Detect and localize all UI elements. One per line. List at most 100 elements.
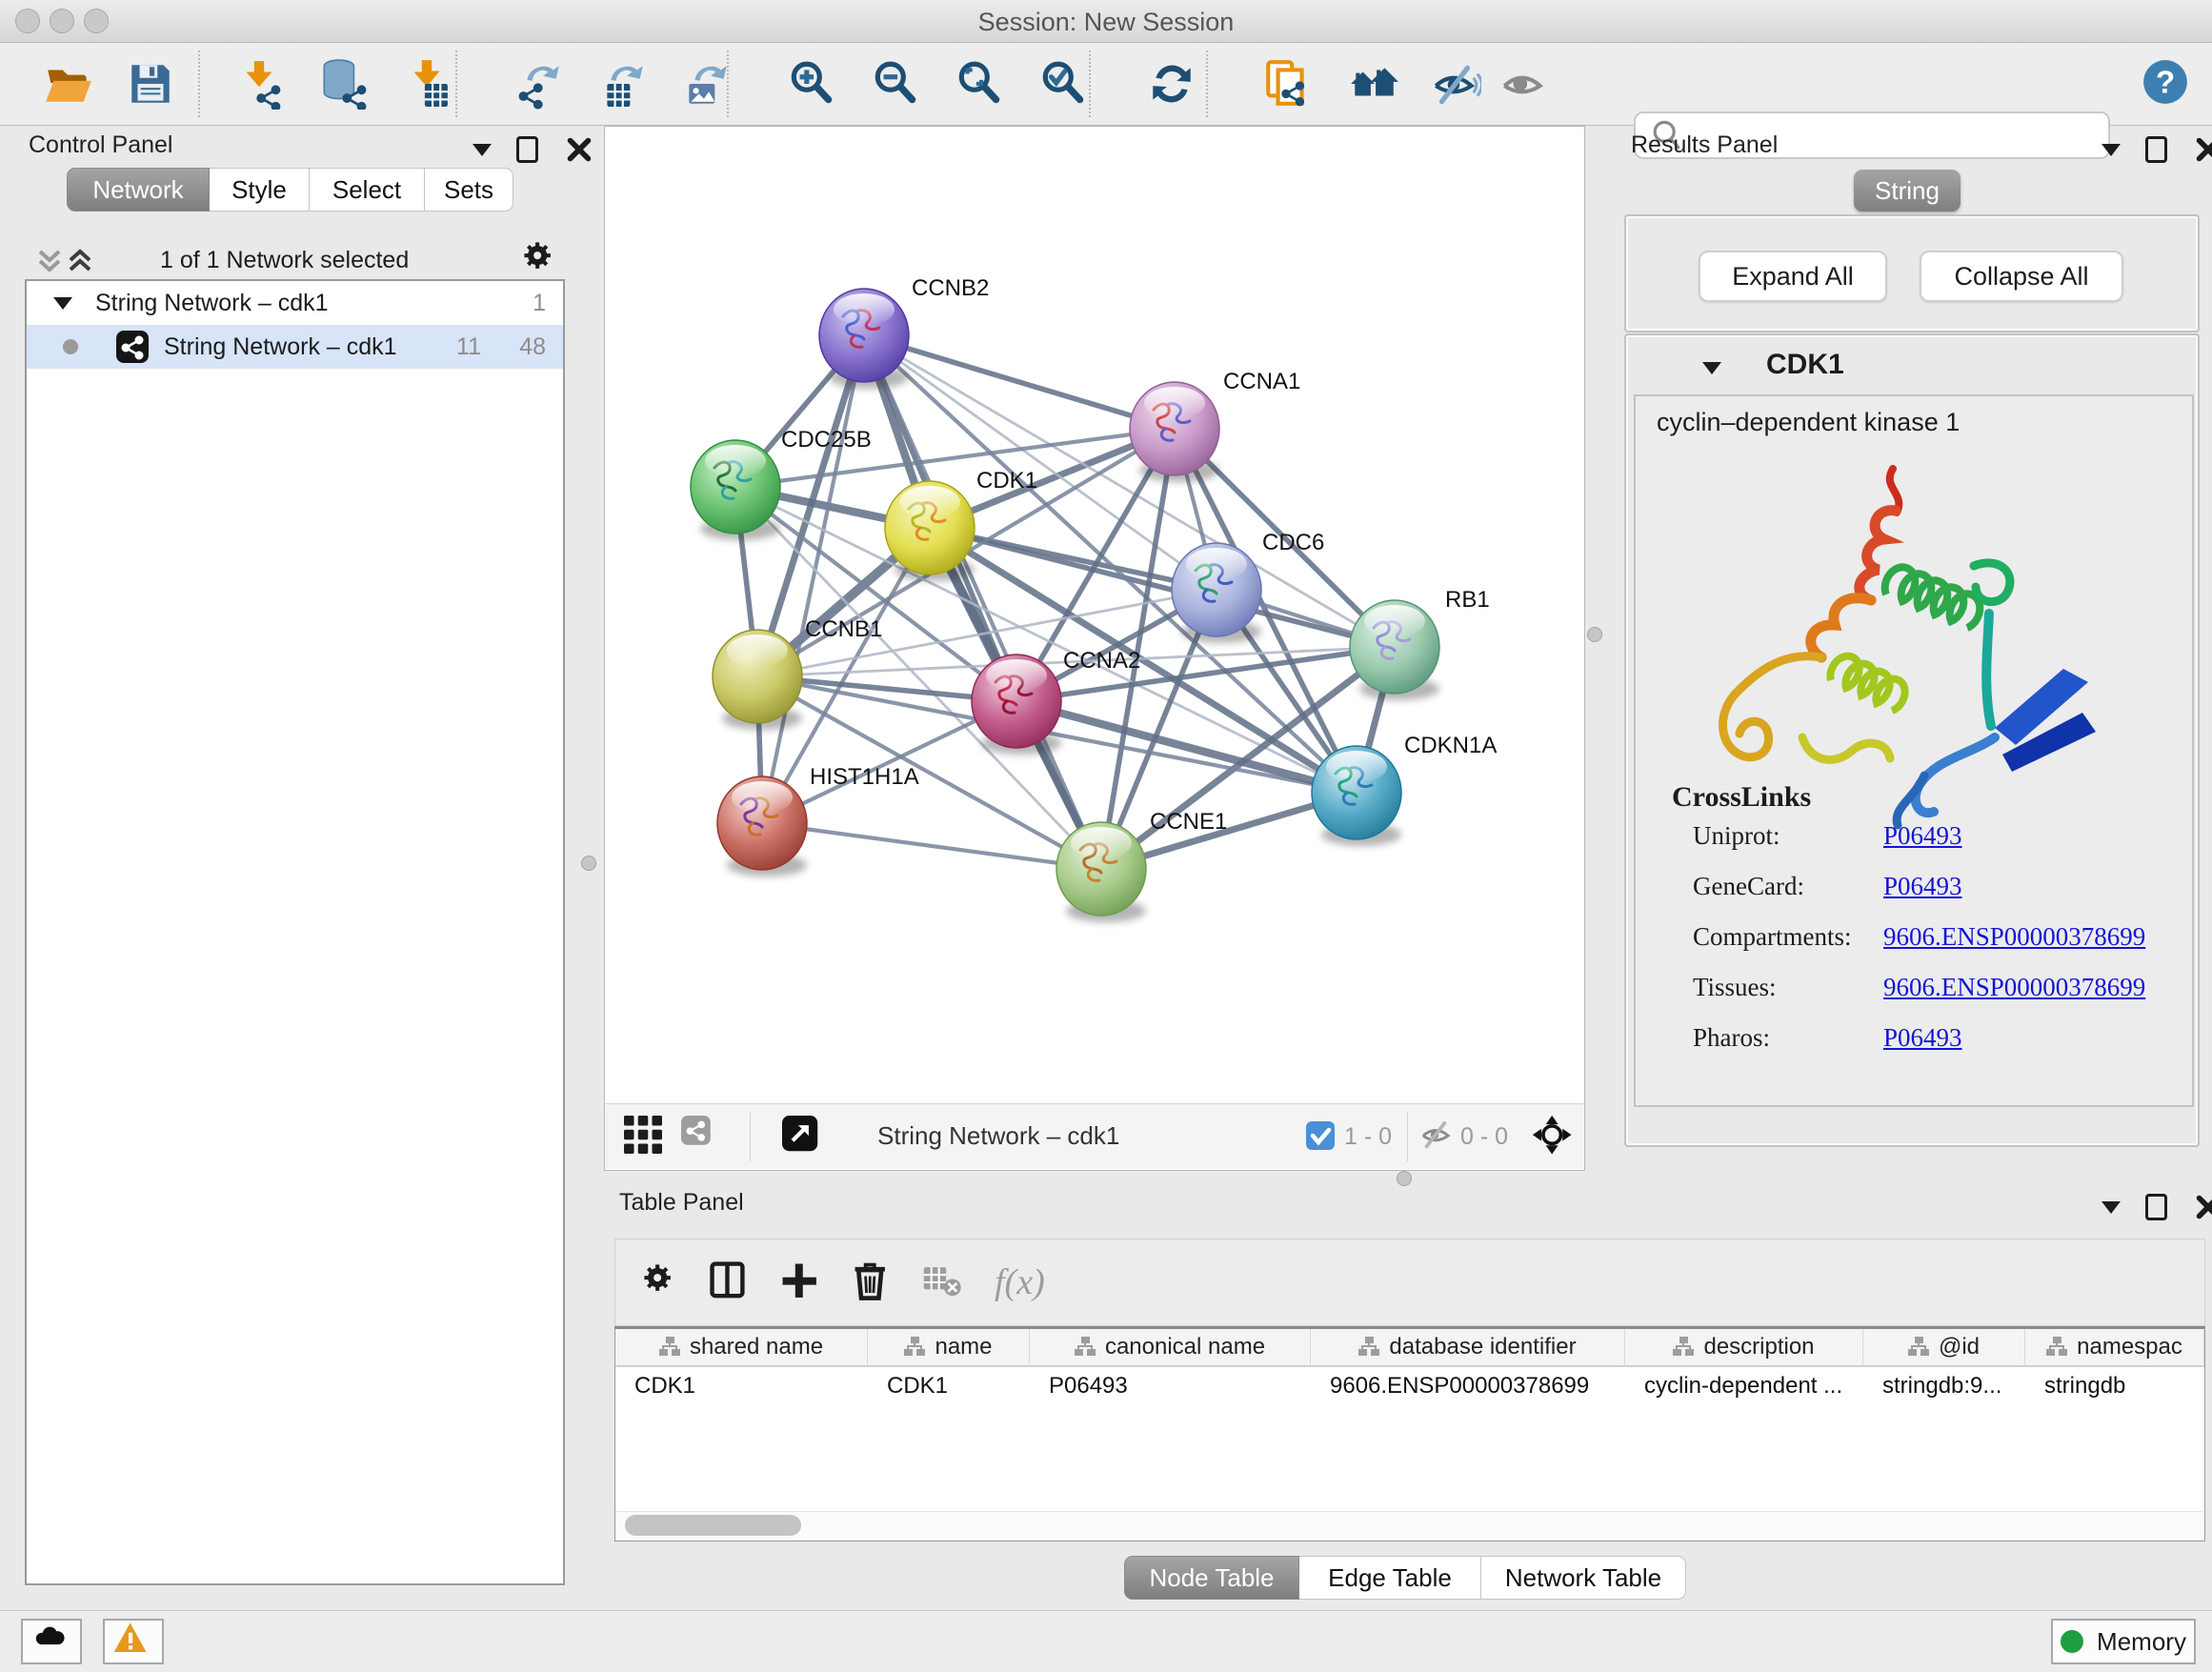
selected-checkbox-icon[interactable] <box>1306 1121 1335 1150</box>
column-header-namespac[interactable]: namespac <box>2025 1329 2204 1367</box>
tab-select[interactable]: Select <box>310 168 425 212</box>
edge-CDK1-RB1[interactable] <box>930 528 1395 647</box>
left-splitter-handle[interactable] <box>581 856 596 871</box>
network-row-selected[interactable]: String Network – cdk1 11 48 <box>27 325 563 369</box>
tab-edge-table[interactable]: Edge Table <box>1299 1556 1481 1600</box>
memory-button[interactable]: Memory <box>2051 1619 2196 1664</box>
column-header-name[interactable]: name <box>868 1329 1030 1367</box>
add-column-icon[interactable] <box>779 1260 823 1304</box>
table-hscrollbar-thumb[interactable] <box>625 1515 801 1536</box>
table-cell[interactable]: 9606.ENSP00000378699 <box>1322 1373 1625 1400</box>
node-CDKN1A[interactable] <box>1312 746 1401 846</box>
show-all-icon[interactable] <box>1498 58 1550 110</box>
network-collection-row[interactable]: String Network – cdk1 1 <box>27 281 563 325</box>
duplicate-network-icon[interactable] <box>1262 58 1314 110</box>
network-type-icon[interactable] <box>681 1116 719 1154</box>
chevron-double-up-icon[interactable] <box>67 246 95 274</box>
chevron-double-down-icon[interactable] <box>36 246 65 274</box>
export-network-icon[interactable] <box>513 58 565 110</box>
column-header-database-identifier[interactable]: database identifier <box>1311 1329 1625 1367</box>
save-session-icon[interactable] <box>125 58 176 110</box>
control-panel-collapse-icon[interactable] <box>473 144 492 156</box>
control-panel-float-icon[interactable] <box>516 136 538 163</box>
table-tabs: Node TableEdge TableNetwork Table <box>1124 1556 1686 1600</box>
results-panel-collapse-icon[interactable] <box>2101 144 2121 156</box>
tab-network[interactable]: Network <box>67 168 210 212</box>
edge-HIST1H1A-CCNE1[interactable] <box>762 823 1101 869</box>
network-options-gear-icon[interactable] <box>522 240 562 280</box>
network-canvas[interactable]: CCNB2CCNA1CDC25BCDK1CDC6RB1CCNB1CCNA2CDK… <box>605 127 1584 1103</box>
export-image-icon[interactable] <box>681 58 733 110</box>
table-cell[interactable]: CDK1 <box>627 1373 868 1400</box>
crosslink-value-link[interactable]: 9606.ENSP00000378699 <box>1883 922 2145 952</box>
delete-column-icon[interactable] <box>850 1259 895 1305</box>
zoom-out-icon[interactable] <box>870 58 921 110</box>
table-cell[interactable]: stringdb <box>2037 1373 2204 1400</box>
entry-disclosure-icon[interactable] <box>1702 362 1721 374</box>
node-CDC25B[interactable] <box>691 440 780 540</box>
table-cell[interactable]: CDK1 <box>879 1373 1030 1400</box>
open-session-icon[interactable] <box>43 58 94 110</box>
crosslink-value-link[interactable]: 9606.ENSP00000378699 <box>1883 973 2145 1002</box>
collapse-all-button[interactable]: Collapse All <box>1920 251 2123 302</box>
node-CCNB2[interactable] <box>819 289 909 389</box>
import-network-icon[interactable] <box>233 58 285 110</box>
node-CCNA1[interactable] <box>1130 382 1219 482</box>
table-options-gear-icon[interactable] <box>642 1262 682 1302</box>
tab-style[interactable]: Style <box>210 168 310 212</box>
crosslink-value-link[interactable]: P06493 <box>1883 821 1962 851</box>
node-CCNB1[interactable] <box>713 630 802 730</box>
home-networks-icon[interactable] <box>1348 58 1399 110</box>
import-table-icon[interactable] <box>401 58 452 110</box>
zoom-selected-icon[interactable] <box>1037 58 1089 110</box>
tab-network-table[interactable]: Network Table <box>1481 1556 1686 1600</box>
table-hscrollbar[interactable] <box>615 1511 2202 1539</box>
collection-disclosure-icon[interactable] <box>51 292 74 314</box>
node-HIST1H1A[interactable] <box>717 776 807 876</box>
column-header-canonical-name[interactable]: canonical name <box>1030 1329 1311 1367</box>
table-panel-collapse-icon[interactable] <box>2101 1201 2121 1214</box>
expand-all-button[interactable]: Expand All <box>1699 251 1887 302</box>
show-columns-icon[interactable] <box>709 1260 753 1304</box>
table-panel-close-icon[interactable] <box>2192 1191 2212 1223</box>
hidden-eye-icon[interactable] <box>1420 1121 1451 1152</box>
refresh-icon[interactable] <box>1146 58 1197 110</box>
results-panel-close-icon[interactable] <box>2192 133 2212 166</box>
table-cell[interactable]: cyclin-dependent ... <box>1637 1373 1863 1400</box>
hide-selected-icon[interactable] <box>1430 58 1481 110</box>
open-in-window-icon[interactable] <box>782 1116 824 1158</box>
column-header--id[interactable]: @id <box>1863 1329 2025 1367</box>
help-icon[interactable]: ? <box>2140 56 2191 108</box>
table-cell[interactable]: stringdb:9... <box>1875 1373 2025 1400</box>
zoom-in-icon[interactable] <box>786 58 837 110</box>
table-panel-float-icon[interactable] <box>2145 1194 2167 1220</box>
cloud-button[interactable] <box>21 1619 82 1664</box>
edge-CCNB2-HIST1H1A[interactable] <box>762 335 864 823</box>
crosslink-value-link[interactable]: P06493 <box>1883 872 1962 901</box>
table-cell[interactable]: P06493 <box>1041 1373 1311 1400</box>
tab-string[interactable]: String <box>1854 170 1961 212</box>
right-splitter-handle[interactable] <box>1587 627 1602 642</box>
warnings-button[interactable] <box>103 1619 164 1664</box>
grid-view-icon[interactable] <box>624 1116 662 1154</box>
tab-sets[interactable]: Sets <box>425 168 513 212</box>
network-view[interactable]: CCNB2CCNA1CDC25BCDK1CDC6RB1CCNB1CCNA2CDK… <box>604 126 1585 1171</box>
export-table-icon[interactable] <box>597 58 649 110</box>
birdseye-navigator-icon[interactable] <box>1531 1114 1577 1159</box>
crosslink-value-link[interactable]: P06493 <box>1883 1023 1962 1053</box>
node-table[interactable]: shared namenamecanonical name database id… <box>614 1326 2205 1541</box>
node-CDK1[interactable] <box>885 481 975 581</box>
column-header-shared-name[interactable]: shared name <box>615 1329 868 1367</box>
node-CCNE1[interactable] <box>1056 822 1146 922</box>
control-panel-close-icon[interactable] <box>563 133 595 166</box>
edge-CCNB2-CCNA1[interactable] <box>864 335 1175 429</box>
column-header-description[interactable]: description <box>1625 1329 1863 1367</box>
node-CDC6[interactable] <box>1172 543 1261 643</box>
column-header-label: database identifier <box>1389 1334 1576 1360</box>
node-RB1[interactable] <box>1350 600 1439 700</box>
tab-node-table[interactable]: Node Table <box>1124 1556 1299 1600</box>
import-database-icon[interactable] <box>317 58 369 110</box>
node-CCNA2[interactable] <box>972 655 1061 755</box>
results-panel-float-icon[interactable] <box>2145 136 2167 163</box>
zoom-fit-icon[interactable] <box>954 58 1005 110</box>
